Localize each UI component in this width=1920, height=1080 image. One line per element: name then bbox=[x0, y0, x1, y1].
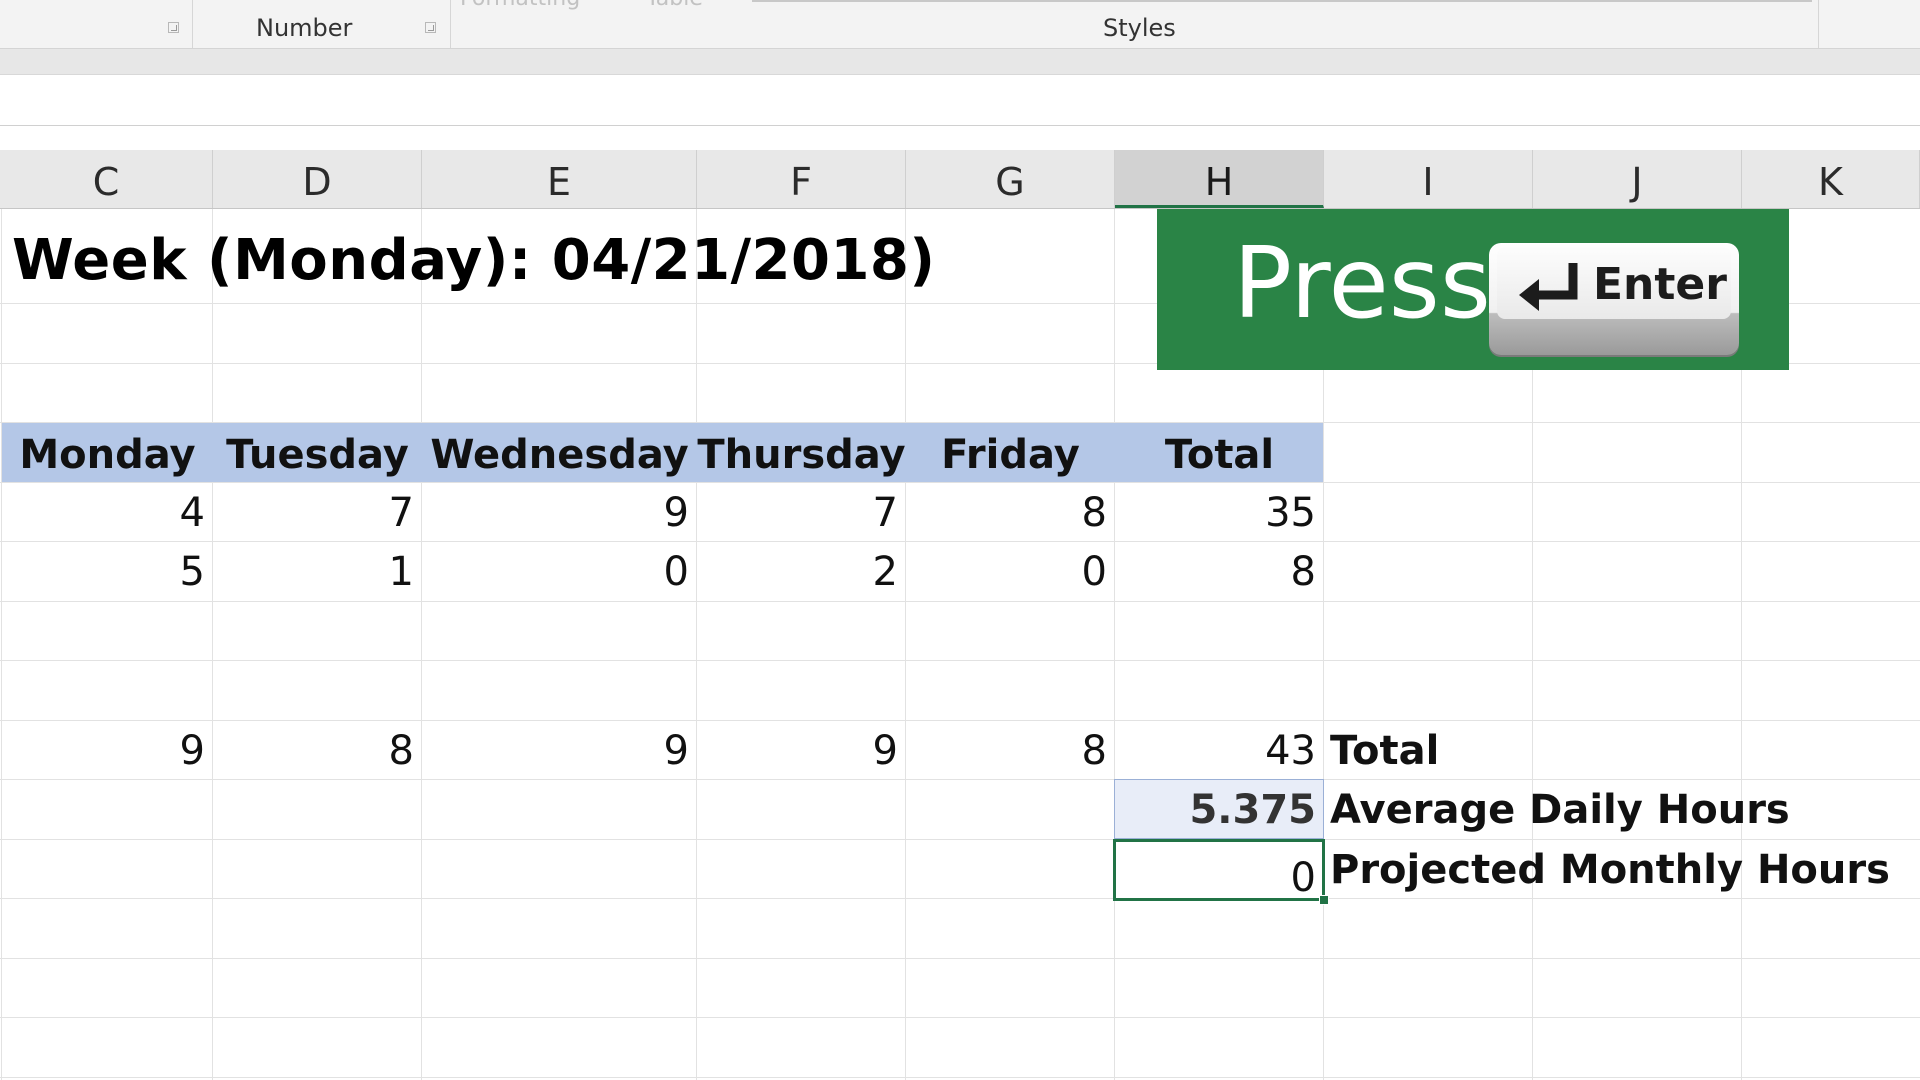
column-header-row: C D E F G H I J K bbox=[0, 150, 1920, 209]
gridline bbox=[0, 898, 1920, 899]
press-enter-banner: Press Enter bbox=[1157, 209, 1789, 370]
cell-wednesday-row2[interactable]: 0 bbox=[422, 541, 697, 600]
column-header-f[interactable]: F bbox=[697, 150, 906, 208]
gridline bbox=[0, 1017, 1920, 1018]
header-friday[interactable]: Friday bbox=[906, 423, 1115, 482]
column-header-i[interactable]: I bbox=[1324, 150, 1533, 208]
cell-wednesday-row1[interactable]: 9 bbox=[422, 482, 697, 541]
cell-tuesday-total[interactable]: 8 bbox=[213, 720, 422, 779]
cell-thursday-row1[interactable]: 7 bbox=[697, 482, 906, 541]
ribbon: Formatting Table Number Styles bbox=[0, 0, 1920, 49]
gridline bbox=[0, 958, 1920, 959]
cell-projected-monthly-hours[interactable]: 0 bbox=[1115, 842, 1324, 901]
gridline bbox=[1114, 209, 1115, 1080]
cell-tuesday-row1[interactable]: 7 bbox=[213, 482, 422, 541]
cell-thursday-total[interactable]: 9 bbox=[697, 720, 906, 779]
label-total[interactable]: Total bbox=[1330, 720, 1439, 779]
column-header-k[interactable]: K bbox=[1742, 150, 1920, 208]
alignment-dialog-launcher-icon[interactable] bbox=[168, 22, 179, 33]
cell-friday-total[interactable]: 8 bbox=[906, 720, 1115, 779]
gridline bbox=[0, 660, 1920, 661]
cell-monday-row2[interactable]: 5 bbox=[0, 541, 213, 600]
column-header-c[interactable]: C bbox=[0, 150, 213, 208]
fill-handle[interactable] bbox=[1319, 895, 1329, 905]
header-thursday[interactable]: Thursday bbox=[697, 423, 906, 482]
number-dialog-launcher-icon[interactable] bbox=[425, 22, 436, 33]
header-monday[interactable]: Monday bbox=[2, 423, 213, 482]
ribbon-group-separator bbox=[450, 0, 451, 48]
column-header-g[interactable]: G bbox=[906, 150, 1115, 208]
cell-thursday-row2[interactable]: 2 bbox=[697, 541, 906, 600]
cell-monday-total[interactable]: 9 bbox=[0, 720, 213, 779]
cell-friday-row1[interactable]: 8 bbox=[906, 482, 1115, 541]
gridline bbox=[1, 209, 2, 1080]
cell-friday-row2[interactable]: 0 bbox=[906, 541, 1115, 600]
cell-monday-row1[interactable]: 4 bbox=[0, 482, 213, 541]
ribbon-format-as-table-label[interactable]: Table bbox=[646, 0, 703, 11]
gridline bbox=[905, 209, 906, 1080]
label-projected-monthly-hours[interactable]: Projected Monthly Hours bbox=[1330, 839, 1890, 898]
enter-key-graphic: Enter bbox=[1489, 243, 1739, 355]
ribbon-group-separator bbox=[1818, 0, 1819, 48]
column-header-j[interactable]: J bbox=[1533, 150, 1742, 208]
header-tuesday[interactable]: Tuesday bbox=[213, 423, 422, 482]
column-header-h[interactable]: H bbox=[1115, 150, 1324, 208]
header-wednesday[interactable]: Wednesday bbox=[422, 423, 697, 482]
cell-tuesday-row2[interactable]: 1 bbox=[213, 541, 422, 600]
cell-total-row1[interactable]: 35 bbox=[1115, 482, 1324, 541]
header-total[interactable]: Total bbox=[1115, 423, 1324, 482]
styles-gallery-edge bbox=[752, 0, 1812, 2]
gridline bbox=[0, 1077, 1920, 1078]
enter-arrow-icon bbox=[1519, 263, 1578, 311]
ribbon-group-styles-label: Styles bbox=[1103, 14, 1176, 42]
cell-total-row2[interactable]: 8 bbox=[1115, 541, 1324, 600]
enter-key-top: Enter bbox=[1497, 247, 1731, 319]
ribbon-group-number-label: Number bbox=[256, 14, 353, 42]
press-text: Press bbox=[1233, 227, 1491, 341]
ribbon-conditional-formatting-label[interactable]: Formatting bbox=[460, 0, 580, 11]
column-header-e[interactable]: E bbox=[422, 150, 697, 208]
ribbon-bottom-strip bbox=[0, 49, 1920, 74]
gridline bbox=[696, 209, 697, 1080]
cell-average-daily-hours[interactable]: 5.375 bbox=[1115, 779, 1324, 838]
label-average-daily-hours[interactable]: Average Daily Hours bbox=[1330, 779, 1790, 838]
column-header-d[interactable]: D bbox=[213, 150, 422, 208]
gridline bbox=[421, 209, 422, 1080]
gridline bbox=[212, 209, 213, 1080]
sheet-title[interactable]: Week (Monday): 04/21/2018) bbox=[12, 228, 936, 293]
enter-key-label: Enter bbox=[1593, 259, 1727, 310]
cell-grand-total[interactable]: 43 bbox=[1115, 720, 1324, 779]
ribbon-group-separator bbox=[192, 0, 193, 48]
formula-bar[interactable] bbox=[0, 74, 1920, 126]
gridline bbox=[0, 601, 1920, 602]
cell-wednesday-total[interactable]: 9 bbox=[422, 720, 697, 779]
